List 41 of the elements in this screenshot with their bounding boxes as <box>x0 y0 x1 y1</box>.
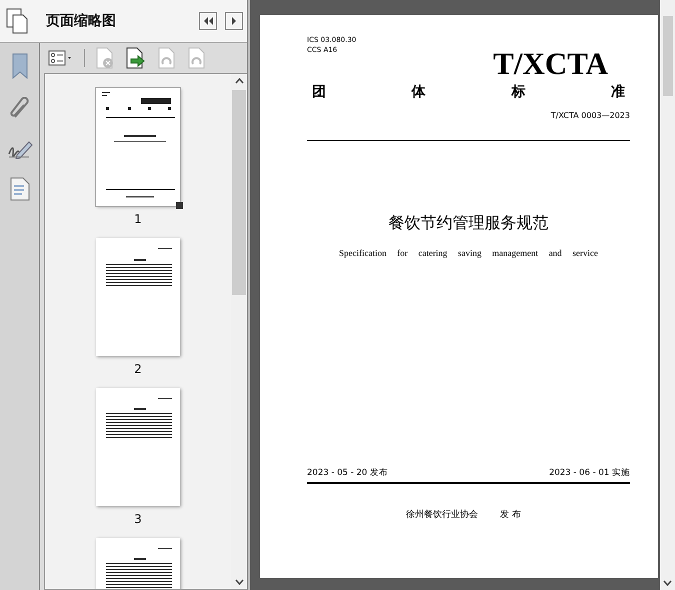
options-menu-button[interactable] <box>48 50 74 66</box>
double-left-arrow-icon <box>203 17 213 25</box>
signature-pen-icon[interactable] <box>6 139 32 159</box>
document-icon[interactable] <box>10 177 30 201</box>
subtitle-word: and <box>548 248 562 258</box>
subtitle-word: saving <box>458 248 482 258</box>
publish-label: 发 布 <box>500 508 521 520</box>
collapse-button[interactable] <box>199 12 217 30</box>
insert-page-button[interactable] <box>125 47 147 69</box>
resize-handle[interactable] <box>176 202 183 209</box>
publisher: 徐州餐饮行业协会 <box>406 508 478 520</box>
subtitle-word: Specification <box>339 248 386 258</box>
scroll-down-icon[interactable] <box>234 579 244 585</box>
page-number: 3 <box>134 512 142 526</box>
pages-icon[interactable] <box>6 8 30 34</box>
category-character: 团 <box>312 83 326 101</box>
category-character: 标 <box>511 83 526 101</box>
page-number: 1 <box>134 212 142 226</box>
scrollbar-thumb[interactable] <box>662 16 672 96</box>
page-thumbnail[interactable] <box>96 238 180 356</box>
document-title: 餐饮节约管理服务规范 <box>388 213 548 234</box>
subtitle-word: management <box>492 248 538 258</box>
category-character: 准 <box>610 83 625 101</box>
effective-date: 2023 - 06 - 01 实施 <box>549 467 630 479</box>
issue-date: 2023 - 05 - 20 发布 <box>307 467 388 479</box>
expand-button[interactable] <box>225 12 243 30</box>
right-arrow-icon <box>231 17 237 25</box>
page-thumbnail[interactable] <box>96 388 180 506</box>
subtitle-word: for <box>397 248 408 258</box>
scroll-down-icon[interactable] <box>663 580 672 586</box>
page-number: 2 <box>134 362 142 376</box>
standard-number: T/XCTA 0003—2023 <box>550 111 630 120</box>
page-thumbnail[interactable] <box>96 88 180 206</box>
standard-logo: T/XCTA <box>493 49 608 79</box>
subtitle-word: service <box>572 248 598 258</box>
bookmark-icon[interactable] <box>10 53 28 79</box>
scroll-up-icon[interactable] <box>234 78 244 84</box>
panel-title: 页面缩略图 <box>46 12 117 30</box>
category-character: 体 <box>412 83 426 101</box>
subtitle-word: catering <box>418 248 448 258</box>
scrollbar-thumb[interactable] <box>232 90 246 295</box>
